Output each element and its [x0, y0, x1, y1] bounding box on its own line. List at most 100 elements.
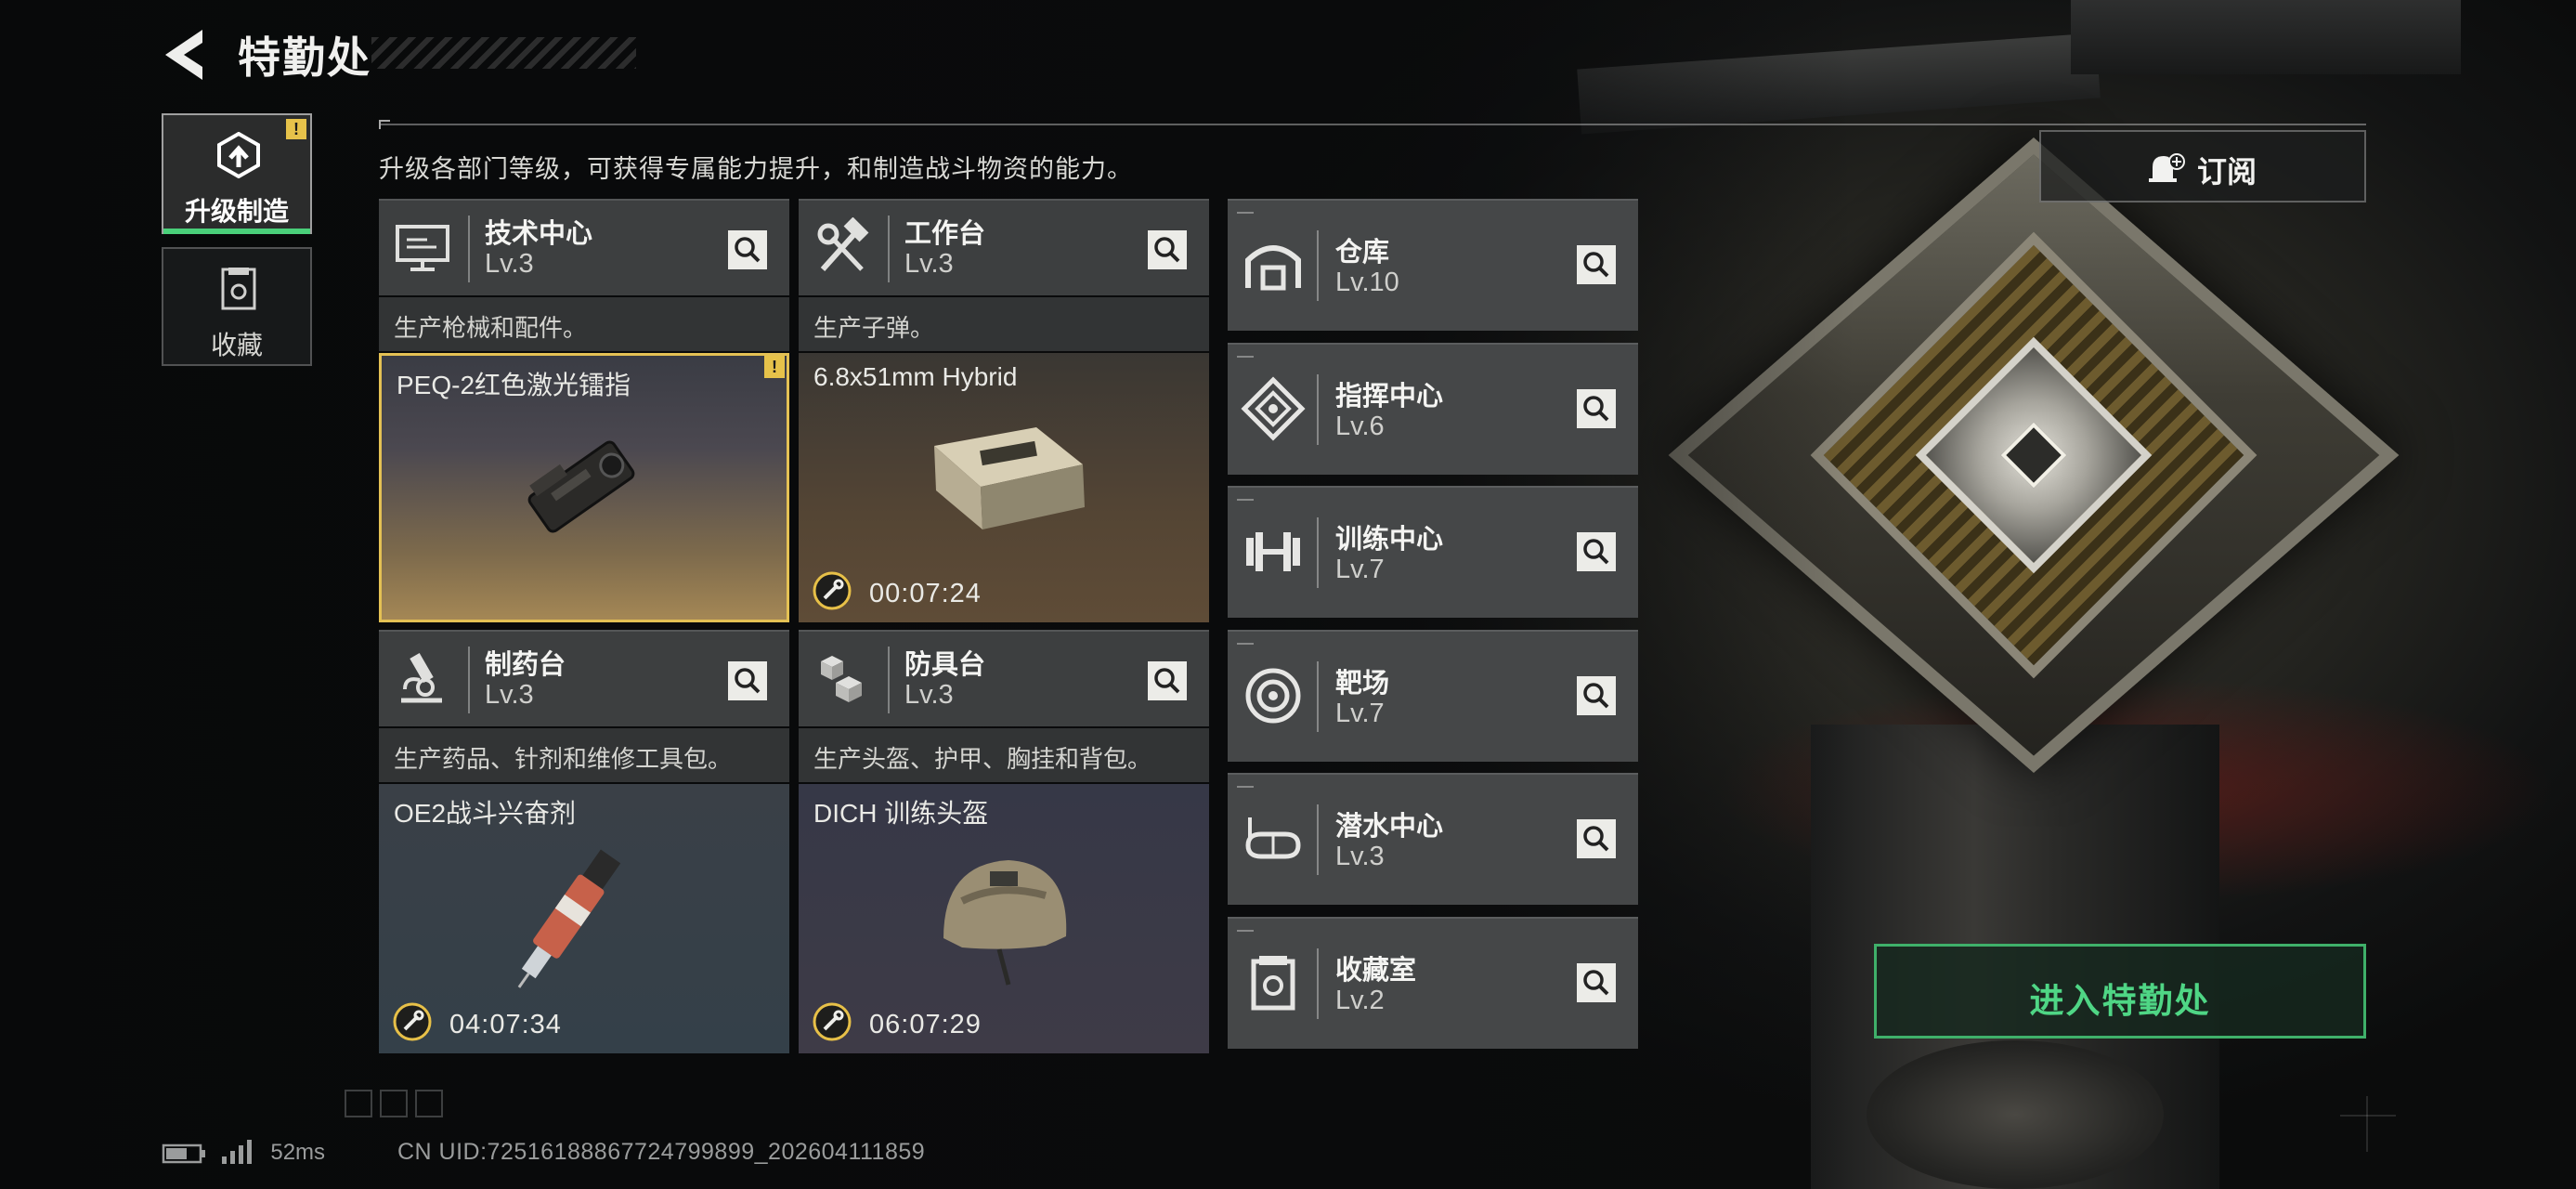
divider	[379, 124, 2366, 125]
facility-name: 潜水中心	[1335, 812, 1444, 842]
department-description: 生产药品、针剂和维修工具包。	[379, 728, 789, 782]
crafting-timer-icon	[813, 1002, 852, 1041]
product-name: 6.8x51mm Hybrid	[813, 362, 1018, 391]
department-level: Lv.3	[904, 680, 954, 710]
facility-shooting-range[interactable]: 靶场 Lv.7	[1228, 630, 1638, 762]
search-icon	[1583, 539, 1609, 565]
microscope-icon	[401, 653, 442, 703]
production-slot[interactable]: PEQ-2红色激光镭指 !	[379, 353, 789, 622]
search-icon	[1154, 237, 1180, 263]
department-level: Lv.3	[485, 680, 534, 710]
search-icon	[1583, 252, 1609, 278]
tab-label: 升级制造	[184, 197, 289, 226]
inspect-button[interactable]	[1577, 676, 1616, 715]
facility-training-center[interactable]: 训练中心 Lv.7	[1228, 486, 1638, 618]
warehouse-icon	[1245, 245, 1301, 291]
facility-diving-center[interactable]: 潜水中心 Lv.3	[1228, 773, 1638, 905]
product-name: OE2战斗兴奋剂	[394, 799, 577, 828]
facility-level: Lv.7	[1335, 699, 1385, 728]
facility-level: Lv.10	[1335, 268, 1399, 297]
department-level: Lv.3	[485, 249, 534, 279]
facility-warehouse[interactable]: 仓库 Lv.10	[1228, 199, 1638, 331]
corner-tick	[1237, 499, 1254, 501]
signal-icon	[221, 1139, 252, 1164]
separator	[1317, 374, 1319, 445]
description-text: 生产枪械和配件。	[394, 314, 588, 342]
target-icon	[1245, 668, 1301, 724]
enter-special-ops-button[interactable]: 进入特勤处	[1874, 944, 2366, 1039]
department-name: 防具台	[904, 650, 986, 680]
search-icon	[735, 237, 761, 263]
back-button[interactable]	[160, 28, 208, 82]
inspect-button[interactable]	[1577, 819, 1616, 858]
upgrade-icon	[217, 132, 260, 178]
separator	[1317, 661, 1319, 732]
footer-decoration-icons	[345, 1090, 443, 1117]
inspect-button[interactable]	[1148, 661, 1187, 700]
search-icon	[735, 668, 761, 694]
facility-name: 仓库	[1335, 238, 1390, 268]
department-description: 生产子弹。	[799, 297, 1209, 351]
corner-tick	[1237, 930, 1254, 932]
department-header[interactable]: 工作台 Lv.3	[799, 199, 1209, 295]
inspect-button[interactable]	[728, 230, 767, 269]
facility-level: Lv.3	[1335, 842, 1385, 871]
divider-tick	[379, 120, 390, 129]
inspect-button[interactable]	[728, 661, 767, 700]
crafting-timer: 00:07:24	[869, 579, 982, 608]
description-text: 生产药品、针剂和维修工具包。	[394, 745, 733, 773]
tab-upgrade-craft[interactable]: 升级制造 !	[162, 113, 312, 234]
facility-name: 靶场	[1335, 669, 1390, 699]
user-uid: CN UID:7251618886772479989​9_20260411185…	[397, 1139, 926, 1165]
corner-tick	[1237, 643, 1254, 645]
page-title: 特勤处	[238, 33, 371, 82]
collection-icon	[221, 268, 256, 310]
corner-tick	[1237, 356, 1254, 358]
inspect-button[interactable]	[1148, 230, 1187, 269]
bell-plus-icon	[2149, 153, 2185, 182]
dumbbell-icon	[1246, 532, 1300, 571]
subscribe-button[interactable]: 订阅	[2039, 130, 2366, 203]
hammer-wrench-icon	[817, 217, 869, 272]
description-text: 生产头盔、护甲、胸挂和背包。	[813, 745, 1152, 773]
production-slot[interactable]: OE2战斗兴奋剂 04:07:34	[379, 784, 789, 1053]
production-slot[interactable]: DICH 训练头盔 06:07:29	[799, 784, 1209, 1053]
frame-line	[2340, 1115, 2396, 1117]
facility-level: Lv.7	[1335, 555, 1385, 584]
search-icon	[1583, 683, 1609, 709]
corner-tick	[1237, 786, 1254, 788]
department-description: 生产枪械和配件。	[379, 297, 789, 351]
facility-collection-room[interactable]: 收藏室 Lv.2	[1228, 917, 1638, 1049]
crafting-timer: 04:07:34	[449, 1010, 562, 1039]
production-slot[interactable]: 6.8x51mm Hybrid 00:07:24	[799, 353, 1209, 622]
inspect-button[interactable]	[1577, 389, 1616, 428]
department-header[interactable]: 防具台 Lv.3	[799, 630, 1209, 726]
active-tab-indicator	[163, 229, 310, 234]
crafting-timer-icon	[393, 1002, 432, 1041]
separator	[1317, 948, 1319, 1019]
back-arrow-icon	[165, 30, 202, 80]
search-icon	[1583, 826, 1609, 852]
facility-level: Lv.6	[1335, 412, 1385, 441]
monitor-icon	[396, 225, 449, 271]
department-description: 生产头盔、护甲、胸挂和背包。	[799, 728, 1209, 782]
facility-command-center[interactable]: 指挥中心 Lv.6	[1228, 343, 1638, 475]
inspect-button[interactable]	[1577, 963, 1616, 1002]
command-emblem-icon	[1241, 376, 1306, 441]
ping-value: 52ms	[270, 1139, 326, 1165]
crafting-timer: 06:07:29	[869, 1010, 982, 1039]
inspect-button[interactable]	[1577, 532, 1616, 571]
enter-label: 进入特勤处	[2029, 982, 2211, 1020]
facility-name: 指挥中心	[1335, 382, 1444, 412]
tab-collection[interactable]: 收藏	[162, 247, 312, 366]
facility-name: 收藏室	[1335, 956, 1417, 986]
department-header[interactable]: 制药台 Lv.3	[379, 630, 789, 726]
separator	[888, 647, 890, 713]
alert-badge: !	[764, 356, 785, 378]
facility-name: 训练中心	[1335, 525, 1444, 555]
department-header[interactable]: 技术中心 Lv.3	[379, 199, 789, 295]
product-name: PEQ-2红色激光镭指	[397, 371, 631, 399]
department-name: 技术中心	[485, 219, 593, 249]
network-status: 52ms	[162, 1139, 325, 1166]
inspect-button[interactable]	[1577, 245, 1616, 284]
